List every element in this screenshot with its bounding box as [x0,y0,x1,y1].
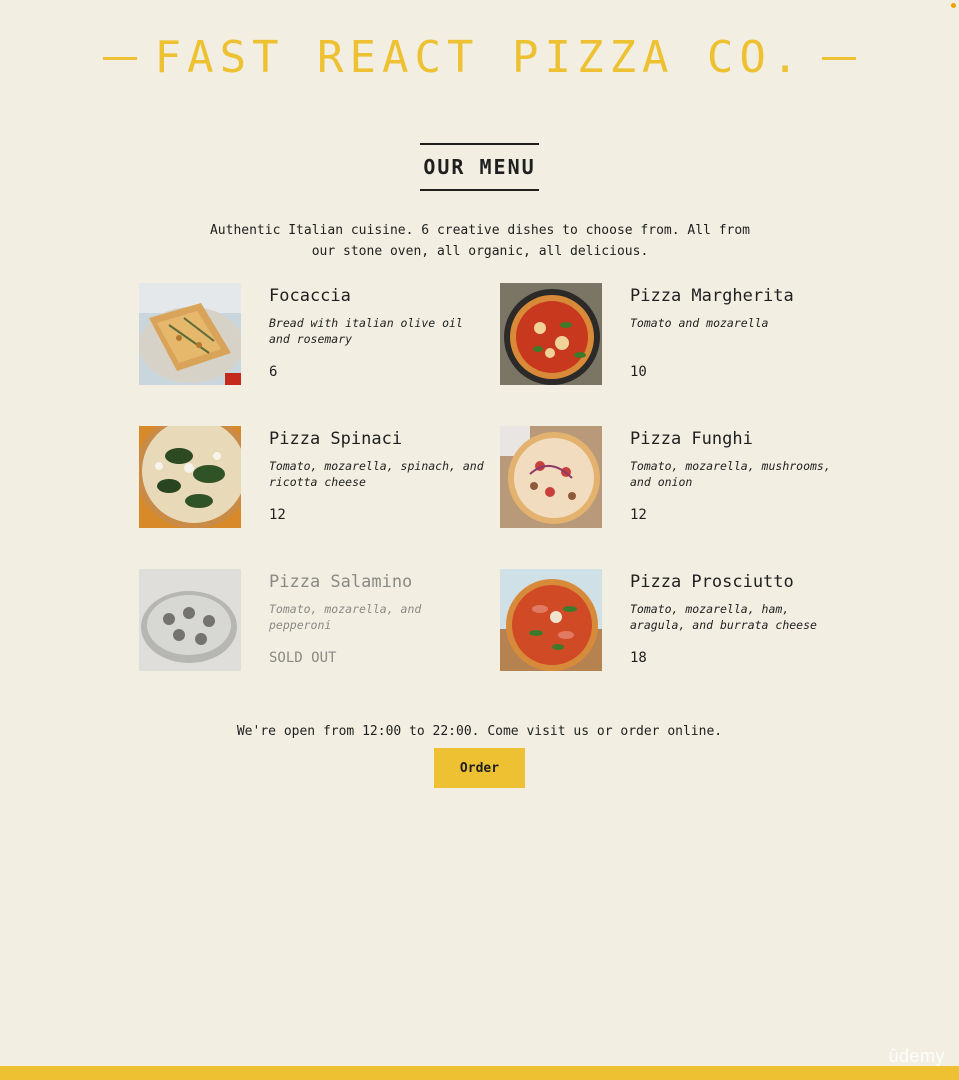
udemy-watermark: ûdemy [888,1046,945,1066]
pizza-ingredients: Tomato and mozarella [630,316,769,330]
menu-title: OUR MENU [420,142,539,191]
pizza-info: Pizza Margherita Tomato and mozarella 10 [630,285,845,380]
pizza-photo-spinaci [139,426,241,528]
pizza-ingredients: Bread with italian olive oil and rosemar… [269,316,463,346]
pizza-info: Pizza Salamino Tomato, mozarella, and pe… [269,571,484,666]
pizza-photo-salamino [139,569,241,671]
pizza-ingredients: Tomato, mozarella, ham, aragula, and bur… [630,602,817,632]
pizza-item-funghi: Pizza Funghi Tomato, mozarella, mushroom… [500,426,840,528]
pizza-name: Pizza Funghi [630,429,753,449]
pizza-price: 6 [269,364,278,380]
pizza-price: 12 [269,507,286,523]
menu-intro: Authentic Italian cuisine. 6 creative di… [209,223,751,259]
pizza-item-spinaci: Pizza Spinaci Tomato, mozarella, spinach… [139,426,484,528]
site-header: FAST REACT PIZZA CO. [0,30,959,86]
opening-hours-text: We're open from 12:00 to 22:00. Come vis… [236,724,723,739]
pizza-price: 18 [630,650,647,666]
pizza-photo-prosciutto [500,569,602,671]
pizza-photo-focaccia [139,283,241,385]
pizza-info: Focaccia Bread with italian olive oil an… [269,285,484,380]
pizza-item-salamino: Pizza Salamino Tomato, mozarella, and pe… [139,569,479,671]
pizza-ingredients: Tomato, mozarella, mushrooms, and onion [630,459,831,489]
pizza-name: Pizza Spinaci [269,429,403,449]
pizza-photo-margherita [500,283,602,385]
pizza-price: 10 [630,364,647,380]
pizza-info: Pizza Spinaci Tomato, mozarella, spinach… [269,428,484,523]
pizza-name: Pizza Prosciutto [630,572,794,592]
pizza-item-margherita: Pizza Margherita Tomato and mozarella 10 [500,283,840,385]
pizza-photo-funghi [500,426,602,528]
pizza-name: Focaccia [269,286,351,306]
pizza-ingredients: Tomato, mozarella, and pepperoni [269,602,422,632]
pizza-price: 12 [630,507,647,523]
pizza-name: Pizza Margherita [630,286,794,306]
pizza-item-focaccia: Focaccia Bread with italian olive oil an… [139,283,479,385]
header-left-dash [102,56,137,60]
site-title: FAST REACT PIZZA CO. [154,32,805,83]
footer-bar [0,1066,959,1080]
status-dot [951,3,956,8]
order-button[interactable]: Order [434,748,525,788]
pizza-ingredients: Tomato, mozarella, spinach, and ricotta … [269,459,484,489]
sold-out-label: SOLD OUT [269,650,337,666]
pizza-item-prosciutto: Pizza Prosciutto Tomato, mozarella, ham,… [500,569,840,671]
pizza-info: Pizza Funghi Tomato, mozarella, mushroom… [630,428,845,523]
pizza-name: Pizza Salamino [269,572,413,592]
header-right-dash [822,56,857,60]
pizza-info: Pizza Prosciutto Tomato, mozarella, ham,… [630,571,845,666]
